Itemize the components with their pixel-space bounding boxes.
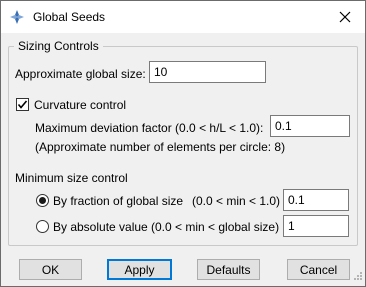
- global-seeds-dialog: Global Seeds Sizing Controls Approximate…: [0, 0, 366, 287]
- deviation-factor-label: Maximum deviation factor (0.0 < h/L < 1.…: [35, 121, 264, 135]
- by-absolute-input[interactable]: [283, 215, 349, 237]
- global-size-input[interactable]: [149, 61, 266, 83]
- curvature-label: Curvature control: [34, 98, 127, 112]
- by-absolute-label: By absolute value: [53, 220, 148, 234]
- resize-grip-icon[interactable]: [353, 270, 363, 284]
- elements-per-circle-note: (Approximate number of elements per circ…: [35, 140, 286, 154]
- by-absolute-radio[interactable]: [36, 220, 49, 233]
- ok-button[interactable]: OK: [19, 259, 82, 280]
- by-fraction-range: (0.0 < min < 1.0): [192, 194, 281, 208]
- close-icon[interactable]: [325, 1, 365, 33]
- curvature-checkbox[interactable]: [16, 98, 29, 111]
- cancel-button[interactable]: Cancel: [287, 259, 350, 280]
- abaqus-icon: [9, 9, 25, 25]
- title-bar[interactable]: Global Seeds: [1, 1, 365, 33]
- by-fraction-input[interactable]: [283, 189, 349, 211]
- min-size-control-label: Minimum size control: [15, 171, 128, 185]
- by-fraction-radio[interactable]: [36, 194, 49, 207]
- by-absolute-range: (0.0 < min < global size): [151, 220, 280, 234]
- apply-button[interactable]: Apply: [107, 259, 172, 280]
- checkmark-icon: [17, 100, 28, 109]
- global-size-label: Approximate global size:: [15, 67, 146, 81]
- sizing-controls-label: Sizing Controls: [14, 39, 103, 53]
- defaults-button[interactable]: Defaults: [197, 259, 260, 280]
- dialog-title: Global Seeds: [33, 10, 106, 24]
- deviation-factor-input[interactable]: [270, 115, 350, 137]
- selected-dot-icon: [39, 197, 46, 204]
- by-fraction-label: By fraction of global size: [53, 194, 184, 208]
